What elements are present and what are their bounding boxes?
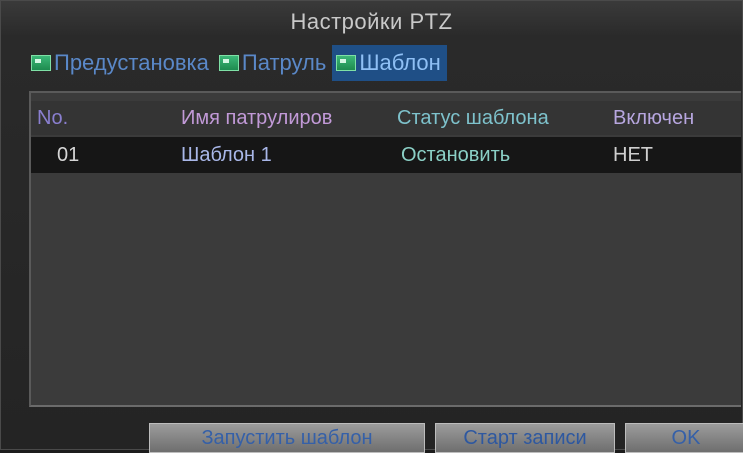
column-header-enabled: Включен	[613, 106, 695, 129]
button-bar: Запустить шаблон Старт записи OK	[1, 411, 743, 453]
column-header-no: No.	[37, 106, 69, 129]
preset-icon	[31, 55, 51, 71]
pattern-table: No. Имя патрулиров Статус шаблона Включе…	[29, 91, 741, 407]
tab-bar: Предустановка Патруль Шаблон	[27, 43, 447, 81]
tab-patrol-label: Патруль	[241, 50, 327, 75]
tab-patrol[interactable]: Патруль	[215, 45, 332, 81]
cell-status: Остановить	[401, 143, 511, 166]
ok-button[interactable]: OK	[625, 423, 743, 453]
column-header-name: Имя патрулиров	[181, 106, 333, 129]
table-row[interactable]: 01 Шаблон 1 Остановить НЕТ	[31, 137, 741, 173]
cell-enabled: НЕТ	[613, 143, 653, 166]
start-record-button[interactable]: Старт записи	[435, 423, 615, 453]
patrol-icon	[218, 55, 239, 71]
ptz-settings-window: Настройки PTZ Предустановка Патруль Шабл…	[0, 0, 743, 453]
pattern-icon	[336, 55, 357, 71]
table-header: No. Имя патрулиров Статус шаблона Включе…	[31, 101, 741, 135]
column-header-status: Статус шаблона	[397, 106, 549, 129]
tab-pattern-label: Шаблон	[359, 50, 441, 75]
window-title: Настройки PTZ	[290, 9, 453, 34]
tab-pattern[interactable]: Шаблон	[332, 45, 447, 81]
start-pattern-button[interactable]: Запустить шаблон	[149, 423, 425, 453]
tab-preset-label: Предустановка	[54, 50, 209, 75]
cell-name: Шаблон 1	[181, 143, 272, 166]
tab-preset[interactable]: Предустановка	[27, 45, 215, 81]
cell-no: 01	[57, 143, 80, 166]
